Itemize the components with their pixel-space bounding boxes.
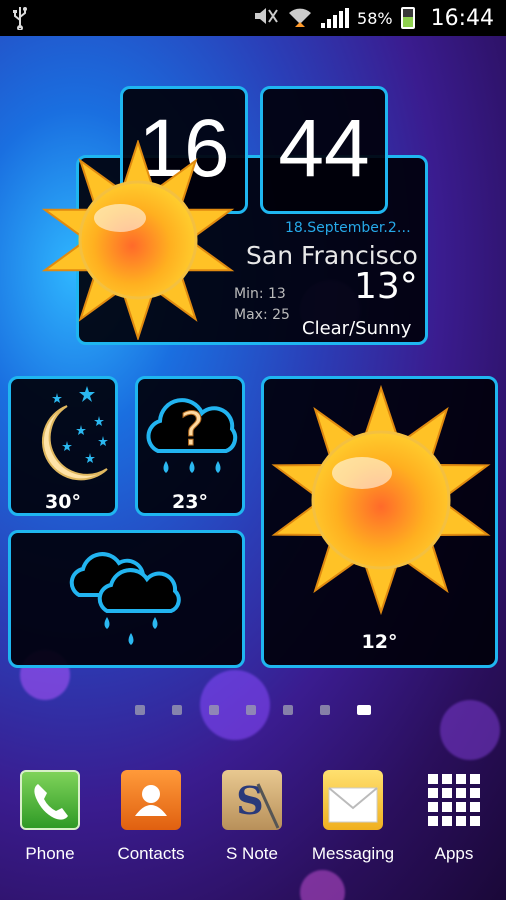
max-temperature: Max: 25	[234, 307, 290, 323]
page-dot[interactable]	[283, 705, 293, 715]
app-label: Messaging	[311, 844, 395, 863]
minutes-text: 44	[278, 103, 370, 194]
app-dock: Phone Contacts S S Note Messaging Apps	[0, 770, 506, 880]
page-dot[interactable]	[209, 705, 219, 715]
snote-icon: S	[222, 770, 282, 830]
app-label: Phone	[25, 844, 75, 863]
app-contacts[interactable]: Contacts	[101, 770, 201, 864]
page-dot[interactable]	[246, 705, 256, 715]
page-indicator	[0, 705, 506, 715]
app-s-note[interactable]: S S Note	[202, 770, 302, 864]
contacts-icon	[121, 770, 181, 830]
status-time: 16:44	[430, 5, 494, 31]
phone-icon	[20, 770, 80, 830]
min-temperature: Min: 13	[234, 286, 286, 302]
apps-grid-icon	[424, 770, 484, 830]
forecast-tile-rain[interactable]	[8, 530, 245, 668]
rain-clouds-icon	[69, 552, 181, 645]
tile-temperature: 23°	[172, 491, 208, 513]
mute-icon	[253, 6, 279, 30]
forecast-tile-unknown[interactable]: ? 23°	[135, 376, 245, 516]
current-temperature: 13°	[354, 266, 418, 307]
app-label: S Note	[226, 844, 278, 863]
app-label: Contacts	[117, 844, 185, 863]
date-label: 18.September.2…	[285, 220, 411, 236]
svg-text:?: ?	[180, 402, 204, 456]
tile-temperature: 12°	[361, 631, 398, 653]
battery-percent: 58%	[357, 8, 393, 28]
forecast-tile-sunny[interactable]: 12°	[261, 376, 498, 668]
sun-icon	[41, 140, 235, 340]
messaging-icon	[323, 770, 383, 830]
page-dot[interactable]	[135, 705, 145, 715]
battery-charging-icon	[400, 7, 415, 29]
status-bar: 58% 16:44	[0, 0, 506, 36]
wifi-icon	[287, 5, 313, 31]
unknown-weather-icon: ?	[146, 398, 238, 473]
signal-icon	[321, 8, 350, 28]
clock-minutes[interactable]: 44	[260, 86, 388, 214]
app-label: Apps	[434, 844, 474, 863]
usb-icon	[12, 6, 28, 34]
condition-label: Clear/Sunny	[302, 318, 412, 339]
page-dot[interactable]	[172, 705, 182, 715]
app-phone[interactable]: Phone	[0, 770, 100, 864]
moon-stars-icon	[41, 386, 108, 481]
min-max-temperature: Min: 13 Max: 25	[234, 284, 290, 326]
app-apps[interactable]: Apps	[404, 770, 504, 864]
forecast-tile-night[interactable]: 30°	[8, 376, 118, 516]
page-dot-active[interactable]	[357, 705, 371, 715]
sun-icon	[271, 385, 491, 615]
page-dot[interactable]	[320, 705, 330, 715]
tile-temperature: 30°	[45, 491, 81, 513]
app-messaging[interactable]: Messaging	[303, 770, 403, 864]
